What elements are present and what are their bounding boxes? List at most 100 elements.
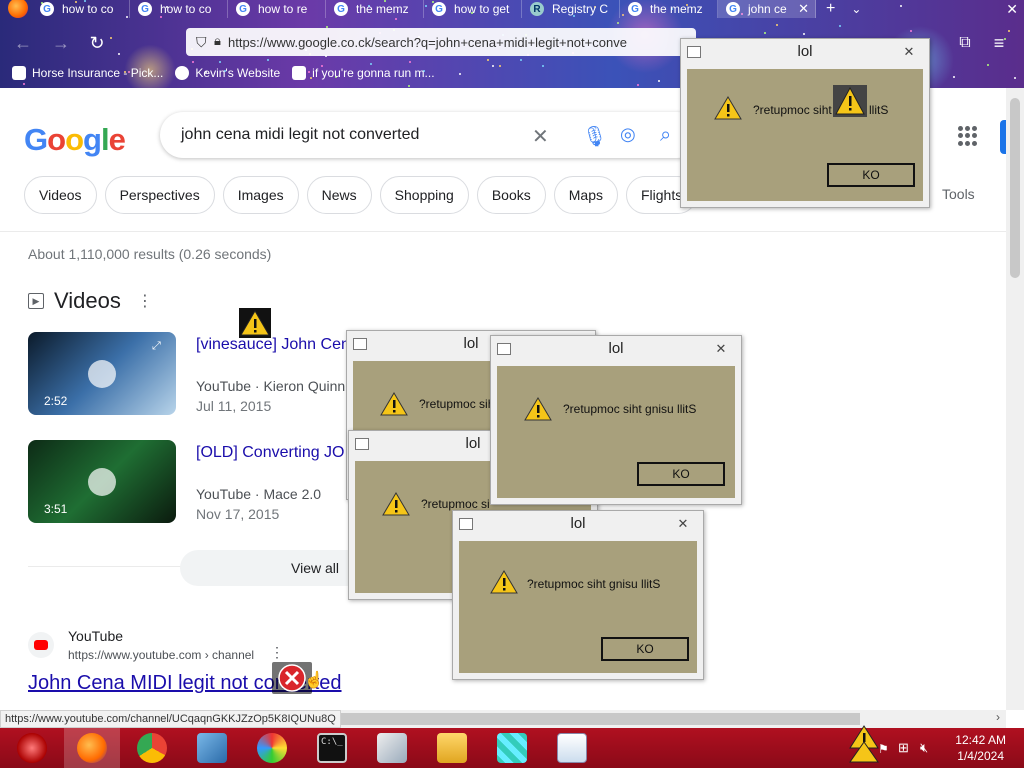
google-logo[interactable]: Google bbox=[24, 122, 125, 158]
new-tab-icon[interactable]: + bbox=[816, 0, 845, 18]
taskbar-chrome[interactable] bbox=[124, 728, 180, 768]
taskbar-app-cubes[interactable] bbox=[484, 728, 540, 768]
taskbar-firefox[interactable] bbox=[64, 728, 120, 768]
dialog-close-icon[interactable]: ✕ bbox=[707, 340, 735, 358]
wordpad-icon bbox=[557, 733, 587, 763]
extensions-icon[interactable]: ⧉ bbox=[954, 32, 976, 54]
system-clock[interactable]: 12:42 AM 1/4/2024 bbox=[955, 732, 1006, 764]
video-source: YouTube · Kieron Quinn bbox=[196, 378, 345, 394]
search-icon[interactable]: ⌕ bbox=[660, 124, 671, 147]
bookmark-favicon-icon bbox=[292, 66, 306, 80]
warning-icon bbox=[523, 396, 553, 422]
firework-spark bbox=[987, 64, 989, 66]
window-close-icon[interactable]: ✕ bbox=[1006, 0, 1018, 18]
clear-icon[interactable]: ✕ bbox=[532, 124, 549, 149]
dialog-close-icon[interactable]: ✕ bbox=[895, 43, 923, 61]
menu-icon[interactable]: ≡ bbox=[988, 32, 1010, 54]
tab-6[interactable]: R Registry C bbox=[522, 0, 620, 18]
video-title-link[interactable]: [OLD] Converting JO bbox=[196, 444, 345, 462]
firework-spark bbox=[637, 84, 639, 86]
firework-spark bbox=[658, 80, 660, 82]
dialog-title: lol bbox=[681, 39, 929, 65]
firefox-menu[interactable] bbox=[0, 0, 32, 18]
scrollbar-thumb[interactable] bbox=[1010, 98, 1020, 278]
result-url: https://www.youtube.com › channel bbox=[68, 648, 254, 662]
taskbar-wordpad[interactable] bbox=[544, 728, 600, 768]
tab-5[interactable]: Ghow to get bbox=[424, 0, 522, 18]
back-icon[interactable]: ← bbox=[12, 32, 34, 54]
firework-spark bbox=[487, 59, 489, 61]
scroll-right-icon[interactable]: › bbox=[996, 710, 1000, 724]
tab-1[interactable]: Ghow to co bbox=[32, 0, 130, 18]
dialog-message: ?retupmoc siht bbox=[753, 103, 832, 117]
shield-icon: ⛉ bbox=[196, 34, 207, 51]
reload-icon[interactable]: ↻ bbox=[86, 32, 108, 54]
bookmark-horse-insurance[interactable]: Horse Insurance - Pick... bbox=[12, 66, 163, 80]
firefox-icon bbox=[77, 733, 107, 763]
taskbar-regedit[interactable] bbox=[364, 728, 420, 768]
bookmark-gonna-run[interactable]: if you're gonna run m... bbox=[292, 66, 434, 80]
clock-time: 12:42 AM bbox=[955, 732, 1006, 748]
volume-muted-icon[interactable]: 🔇︎ bbox=[920, 740, 928, 756]
tab-4[interactable]: Gthe memz bbox=[326, 0, 424, 18]
video-title-link[interactable]: [vinesauce] John Cen bbox=[196, 336, 350, 354]
taskbar-control-panel[interactable] bbox=[184, 728, 240, 768]
start-button[interactable] bbox=[4, 728, 60, 768]
dialog-body: ?retupmoc siht gnisu llitS KO bbox=[459, 541, 697, 673]
chip-images[interactable]: Images bbox=[223, 176, 299, 214]
flag-icon[interactable]: ⚑ bbox=[878, 742, 889, 756]
network-icon[interactable]: ⊞ bbox=[898, 740, 909, 756]
search-input[interactable]: john cena midi legit not converted bbox=[181, 126, 419, 144]
tab-label: how to get bbox=[454, 2, 509, 16]
tab-label: how to re bbox=[258, 2, 307, 16]
chip-maps[interactable]: Maps bbox=[554, 176, 618, 214]
apps-grid-icon[interactable] bbox=[958, 126, 978, 146]
more-options-icon[interactable]: ⋮ bbox=[137, 291, 153, 311]
ok-button[interactable]: KO bbox=[827, 163, 915, 187]
taskbar-explorer[interactable] bbox=[424, 728, 480, 768]
bookmark-kevins-website[interactable]: Kevin's Website bbox=[175, 66, 280, 80]
microphone-icon[interactable]: 🎙︎ bbox=[582, 124, 607, 149]
tab-list-chevron-icon[interactable]: ⌄ bbox=[845, 0, 867, 18]
google-favicon-icon: G bbox=[432, 2, 446, 16]
forward-icon[interactable]: → bbox=[50, 32, 72, 54]
chip-perspectives[interactable]: Perspectives bbox=[105, 176, 215, 214]
lol-dialog[interactable]: lol ✕ ?retupmoc siht gnisu llitS KO bbox=[490, 335, 742, 505]
ok-button[interactable]: KO bbox=[637, 462, 725, 486]
vertical-scrollbar[interactable] bbox=[1006, 88, 1024, 710]
status-url-tooltip: https://www.youtube.com/channel/UCqaqnGK… bbox=[0, 710, 341, 728]
control-panel-icon bbox=[197, 733, 227, 763]
dialog-close-icon[interactable]: ✕ bbox=[669, 515, 697, 533]
tools-button[interactable]: Tools bbox=[942, 186, 975, 202]
tab-2[interactable]: Ghow to co bbox=[130, 0, 228, 18]
ok-button[interactable]: KO bbox=[601, 637, 689, 661]
video-duration: 2:52 bbox=[44, 394, 67, 408]
taskbar-paint[interactable] bbox=[244, 728, 300, 768]
url-bar[interactable]: ⛉ 🔒︎ https://www.google.co.ck/search?q=j… bbox=[186, 28, 696, 56]
lol-dialog[interactable]: lol ✕ ?retupmoc siht llitS KO bbox=[680, 38, 930, 208]
taskbar-cmd[interactable]: C:\_ bbox=[304, 728, 360, 768]
firefox-icon bbox=[8, 0, 28, 18]
lens-camera-icon[interactable]: ◎ bbox=[620, 124, 636, 145]
chip-news[interactable]: News bbox=[307, 176, 372, 214]
dialog-message: ?retupmoc si bbox=[421, 497, 490, 511]
tab-close-icon[interactable]: ✕ bbox=[798, 1, 809, 17]
tab-label: how to co bbox=[62, 2, 113, 16]
chip-shopping[interactable]: Shopping bbox=[380, 176, 469, 214]
chip-books[interactable]: Books bbox=[477, 176, 546, 214]
clock-date: 1/4/2024 bbox=[955, 748, 1006, 764]
more-options-icon[interactable]: ⋮ bbox=[270, 644, 284, 661]
search-box[interactable]: john cena midi legit not converted ✕ 🎙︎ … bbox=[160, 112, 700, 158]
tab-label: john ce bbox=[748, 2, 787, 16]
bookmarks-bar: Horse Insurance - Pick... Kevin's Websit… bbox=[0, 62, 435, 84]
lol-dialog[interactable]: lol ✕ ?retupmoc siht gnisu llitS KO bbox=[452, 510, 704, 680]
chip-videos[interactable]: Videos bbox=[24, 176, 97, 214]
tab-3[interactable]: Ghow to re bbox=[228, 0, 326, 18]
tab-7[interactable]: Gthe memz bbox=[620, 0, 718, 18]
tab-8-active[interactable]: Gjohn ce ✕ bbox=[718, 0, 816, 18]
lock-icon: 🔒︎ bbox=[214, 33, 221, 49]
firework-spark bbox=[395, 18, 397, 20]
firework-spark bbox=[520, 59, 522, 61]
play-icon bbox=[88, 468, 116, 496]
warning-icon bbox=[713, 95, 743, 121]
